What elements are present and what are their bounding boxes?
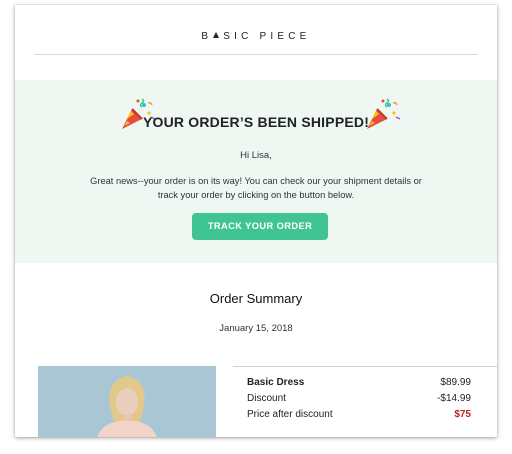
brand-letter-b: B xyxy=(201,31,213,42)
header-divider xyxy=(34,54,478,55)
discount-value: -$14.99 xyxy=(437,393,471,404)
details-divider xyxy=(233,366,497,367)
track-order-button[interactable]: TRACK YOUR ORDER xyxy=(192,213,328,240)
shipped-hero: YOUR ORDER’S BEEN SHIPPED! Hi Lisa, Grea… xyxy=(15,80,497,263)
final-price-label: Price after discount xyxy=(247,409,333,420)
shipment-message: Great news--your order is on its way! Yo… xyxy=(90,176,422,200)
product-image[interactable] xyxy=(38,366,216,437)
brand-letters-rest: SIC PIECE xyxy=(223,31,311,42)
order-date: January 15, 2018 xyxy=(219,323,293,334)
item-price: $89.99 xyxy=(440,377,471,388)
model-photo xyxy=(38,366,216,437)
greeting-text: Hi Lisa, xyxy=(240,150,272,161)
triangle-a-icon xyxy=(213,32,220,38)
email-card: B SIC PIECE YOUR ORDER’S BEEN SHIPPED! H… xyxy=(15,5,497,437)
discount-label: Discount xyxy=(247,393,286,404)
party-popper-icon xyxy=(367,98,401,129)
final-price-value: $75 xyxy=(454,409,471,420)
order-summary-title: Order Summary xyxy=(209,291,303,306)
shipped-headline: YOUR ORDER’S BEEN SHIPPED! xyxy=(142,114,370,130)
item-name[interactable]: Basic Dress xyxy=(247,377,304,388)
brand-logo: B SIC PIECE xyxy=(15,31,497,42)
